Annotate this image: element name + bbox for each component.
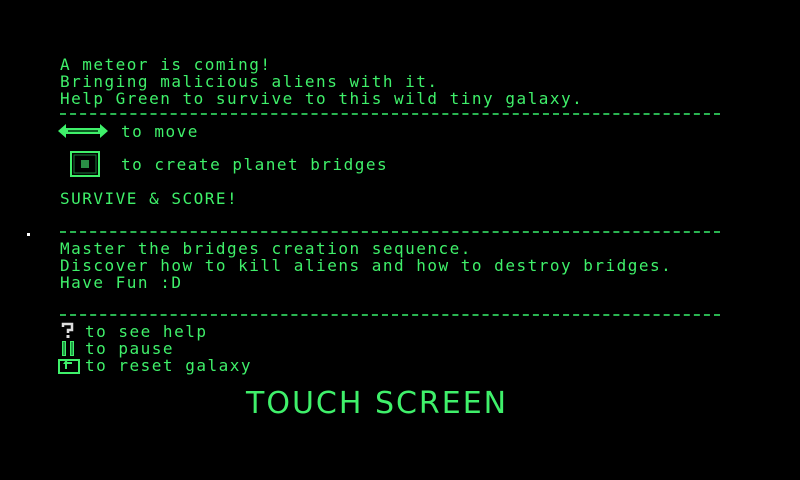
reset-label: to reset galaxy <box>85 356 252 375</box>
game-screen[interactable]: A meteor is coming! Bringing malicious a… <box>0 0 800 480</box>
pause-icon <box>62 341 74 356</box>
intro-line-1: A meteor is coming! <box>60 55 272 74</box>
bridge-label: to create planet bridges <box>121 155 389 174</box>
touch-screen-prompt[interactable]: TOUCH SCREEN <box>246 386 508 421</box>
tip-line-1: Master the bridges creation sequence. <box>60 239 472 258</box>
intro-line-2: Bringing malicious aliens with it. <box>60 72 439 91</box>
move-label: to move <box>121 122 199 141</box>
pause-label: to pause <box>85 339 175 358</box>
question-mark-icon <box>61 322 74 338</box>
intro-line-3: Help Green to survive to this wild tiny … <box>60 89 584 108</box>
divider <box>60 113 720 115</box>
help-label: to see help <box>85 322 208 341</box>
goal-text: SURVIVE & SCORE! <box>60 189 239 208</box>
square-button-icon <box>70 151 100 177</box>
tip-line-2: Discover how to kill aliens and how to d… <box>60 256 673 275</box>
left-right-arrows-icon <box>58 124 108 138</box>
divider <box>60 314 720 316</box>
divider <box>60 231 720 233</box>
pixel-dot <box>27 233 30 236</box>
reset-icon <box>58 359 80 374</box>
tip-line-3: Have Fun :D <box>60 273 183 292</box>
